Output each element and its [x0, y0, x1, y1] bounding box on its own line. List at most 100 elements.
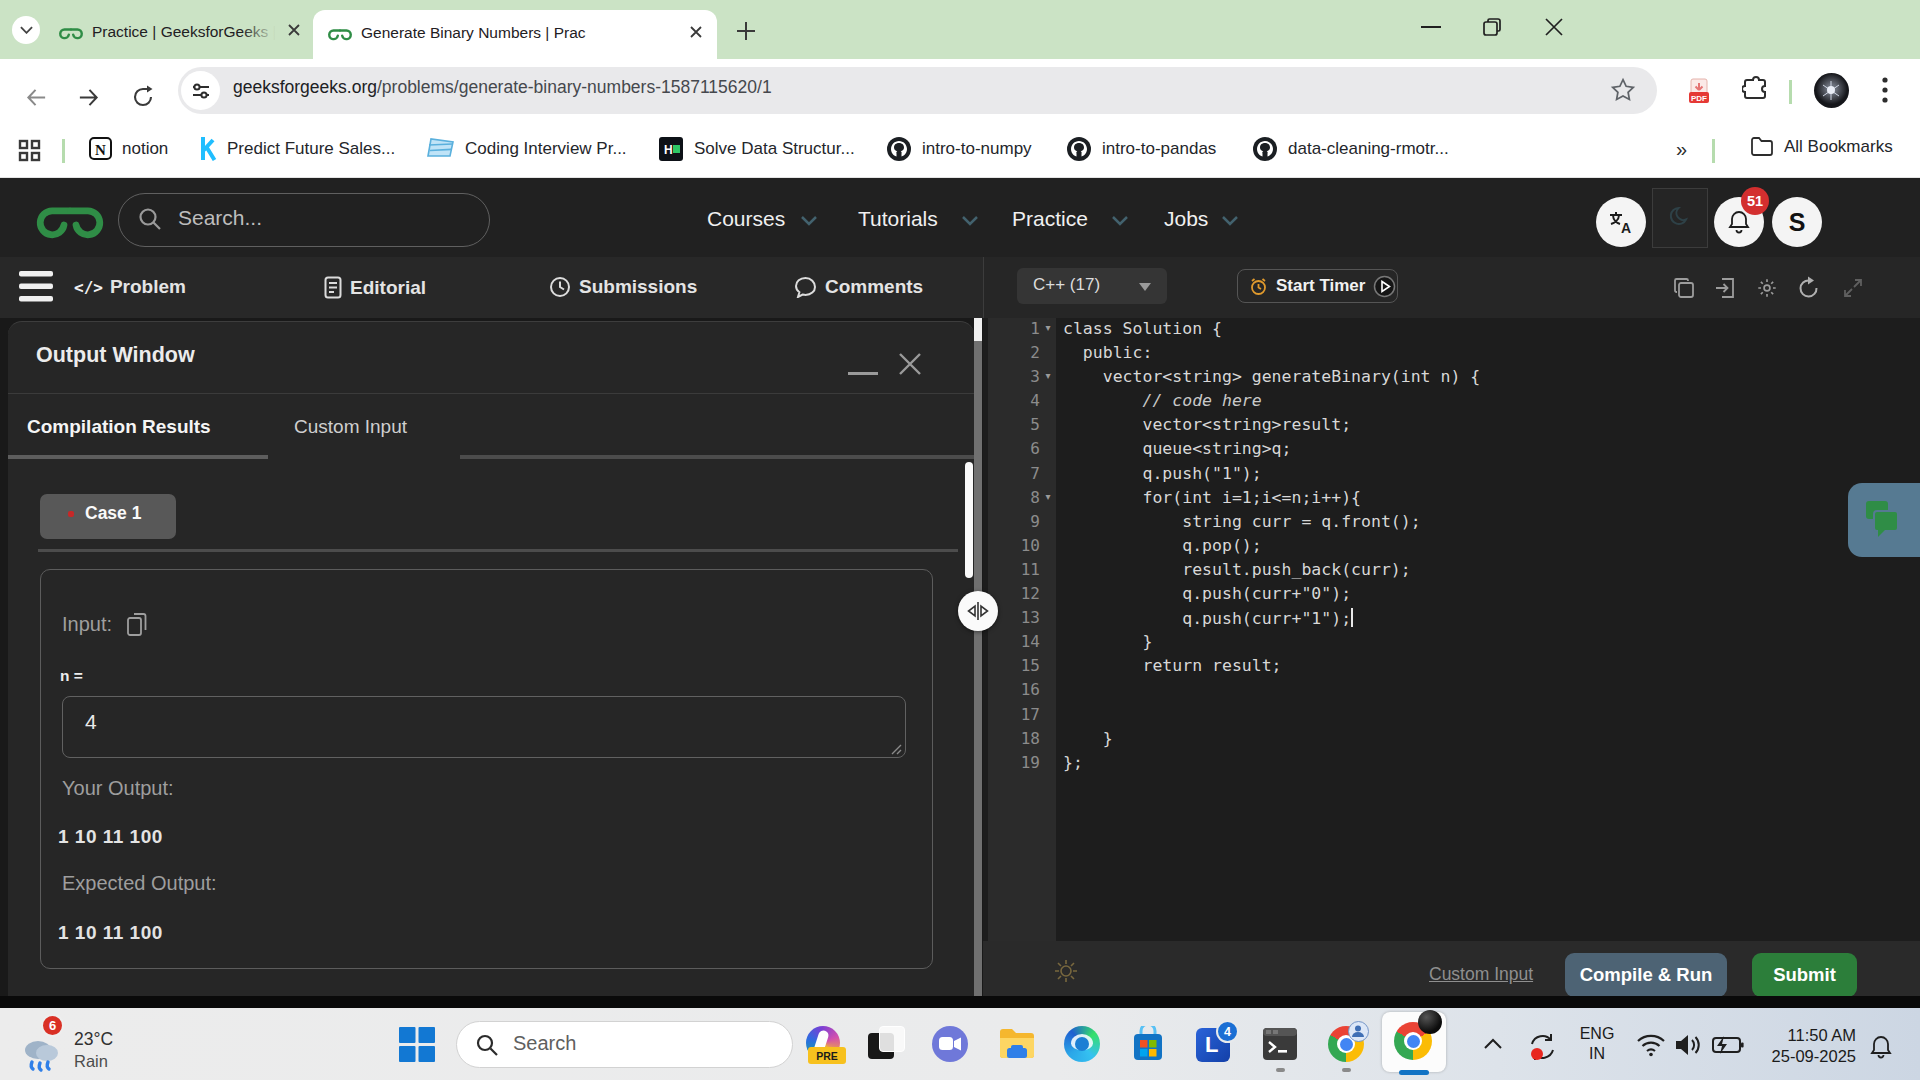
- code-line[interactable]: };: [1063, 753, 1913, 777]
- bookmark-intro-pandas[interactable]: intro-to-pandas: [1066, 136, 1216, 162]
- code-line[interactable]: string curr = q.front();: [1063, 512, 1913, 536]
- submit-button[interactable]: Submit: [1752, 953, 1857, 997]
- tray-chevron-icon[interactable]: [1484, 1038, 1502, 1049]
- url-text[interactable]: geeksforgeeks.org/problems/generate-bina…: [233, 77, 772, 98]
- import-code-icon[interactable]: [1714, 277, 1736, 299]
- reload-button[interactable]: [131, 85, 155, 109]
- apps-grid-icon[interactable]: [18, 139, 41, 162]
- left-scrollbar-thumb[interactable]: [965, 462, 973, 578]
- wifi-icon[interactable]: [1636, 1033, 1666, 1057]
- code-lines[interactable]: class Solution { public: vector<string> …: [1063, 319, 1913, 777]
- start-button[interactable]: [399, 1027, 435, 1062]
- hamburger-menu-icon[interactable]: [19, 271, 53, 302]
- compile-run-button[interactable]: Compile & Run: [1565, 953, 1727, 997]
- clock-app-icon[interactable]: L 4: [1196, 1026, 1233, 1063]
- extensions-puzzle-icon[interactable]: [1742, 76, 1770, 104]
- start-timer-button[interactable]: Start Timer: [1237, 269, 1398, 303]
- tray-clock[interactable]: 11:50 AM25-09-2025: [1756, 1025, 1856, 1067]
- code-line[interactable]: queue<string>q;: [1063, 439, 1913, 463]
- taskbar-search[interactable]: Search: [456, 1021, 793, 1068]
- copy-input-icon[interactable]: [126, 612, 149, 637]
- tab-close-icon[interactable]: [688, 24, 704, 40]
- divider-drag-handle[interactable]: [958, 591, 998, 631]
- minimize-output-icon[interactable]: [848, 372, 878, 375]
- fullscreen-icon[interactable]: [1842, 277, 1864, 299]
- code-line[interactable]: q.push(curr+"1");: [1063, 608, 1913, 632]
- translate-button[interactable]: A: [1596, 197, 1646, 247]
- code-line[interactable]: q.push(curr+"0");: [1063, 584, 1913, 608]
- forward-button[interactable]: [77, 86, 100, 109]
- bookmark-coding-interview[interactable]: Coding Interview Pr...: [426, 136, 627, 161]
- file-explorer-icon[interactable]: [998, 1026, 1035, 1063]
- nav-practice[interactable]: Practice: [1012, 207, 1088, 231]
- bookmarks-overflow-chevron[interactable]: »: [1676, 138, 1687, 161]
- code-line[interactable]: q.pop();: [1063, 536, 1913, 560]
- chat-icon[interactable]: [932, 1026, 969, 1063]
- store-icon[interactable]: [1130, 1026, 1167, 1063]
- bookmark-data-cleaning[interactable]: data-cleaning-rmotr...: [1252, 136, 1449, 162]
- code-line[interactable]: }: [1063, 632, 1913, 656]
- bookmark-kaggle[interactable]: Predict Future Sales...: [200, 136, 395, 161]
- pdf-extension-icon[interactable]: PDF: [1688, 78, 1713, 105]
- chrome-active-icon[interactable]: [1382, 1012, 1446, 1072]
- update-sync-icon[interactable]: [1524, 1028, 1562, 1066]
- tab-close-icon[interactable]: [286, 22, 302, 38]
- bookmark-star-icon[interactable]: [1610, 77, 1636, 103]
- case-input-textarea[interactable]: 4: [62, 696, 906, 758]
- tab-search-button[interactable]: [12, 16, 40, 44]
- browser-tab-practice[interactable]: Practice | GeeksforGeeks | A com: [48, 10, 310, 59]
- code-line[interactable]: [1063, 680, 1913, 704]
- bookmark-intro-numpy[interactable]: intro-to-numpy: [886, 136, 1032, 162]
- theme-sun-icon[interactable]: [1053, 958, 1079, 984]
- terminal-icon[interactable]: [1262, 1026, 1299, 1063]
- tab-comments[interactable]: Comments: [794, 276, 923, 298]
- browser-avatar[interactable]: [1814, 73, 1849, 108]
- edge-icon[interactable]: [1064, 1026, 1101, 1063]
- bookmark-hackerrank[interactable]: H Solve Data Structur...: [658, 136, 855, 162]
- battery-icon[interactable]: [1712, 1035, 1744, 1055]
- nav-courses[interactable]: Courses: [707, 207, 785, 231]
- code-line[interactable]: // code here: [1063, 391, 1913, 415]
- code-line[interactable]: class Solution {: [1063, 319, 1913, 343]
- reset-code-icon[interactable]: [1797, 276, 1821, 300]
- browser-menu-icon[interactable]: [1882, 76, 1888, 104]
- tab-problem[interactable]: </> Problem: [74, 276, 186, 298]
- code-line[interactable]: result.push_back(curr);: [1063, 560, 1913, 584]
- bookmark-notion[interactable]: N notion: [88, 136, 168, 161]
- gfg-logo[interactable]: [34, 201, 106, 240]
- profile-avatar[interactable]: S: [1772, 197, 1822, 247]
- site-settings-icon[interactable]: [181, 71, 220, 110]
- weather-widget[interactable]: 6 23°C Rain: [16, 1012, 176, 1076]
- tab-custom-input[interactable]: Custom Input: [294, 416, 407, 438]
- tray-language[interactable]: ENGIN: [1578, 1024, 1616, 1064]
- settings-gear-icon[interactable]: [1756, 277, 1778, 299]
- gfg-search-box[interactable]: [118, 193, 490, 247]
- copy-code-icon[interactable]: [1673, 277, 1695, 299]
- code-line[interactable]: return result;: [1063, 656, 1913, 680]
- tab-submissions[interactable]: Submissions: [549, 276, 697, 298]
- assistant-tab[interactable]: [1848, 483, 1920, 557]
- textarea-resize-handle[interactable]: [890, 743, 902, 755]
- back-button[interactable]: [25, 86, 48, 109]
- task-view-icon[interactable]: [868, 1026, 905, 1063]
- browser-tab-active[interactable]: Generate Binary Numbers | Prac: [313, 10, 717, 59]
- window-restore-button[interactable]: [1483, 18, 1501, 36]
- tray-bell-icon[interactable]: [1868, 1034, 1894, 1060]
- code-line[interactable]: }: [1063, 729, 1913, 753]
- new-tab-button[interactable]: [735, 20, 757, 42]
- close-output-icon[interactable]: [897, 351, 923, 377]
- code-line[interactable]: q.push("1");: [1063, 464, 1913, 488]
- code-line[interactable]: public:: [1063, 343, 1913, 367]
- window-close-button[interactable]: [1545, 18, 1563, 36]
- code-line[interactable]: [1063, 705, 1913, 729]
- language-select[interactable]: C++ (17): [1017, 268, 1167, 304]
- case-chip[interactable]: Case 1: [40, 494, 176, 539]
- copilot-icon[interactable]: PRE: [804, 1026, 841, 1063]
- tab-compilation-results[interactable]: Compilation Results: [27, 416, 211, 438]
- nav-tutorials[interactable]: Tutorials: [858, 207, 938, 231]
- code-line[interactable]: for(int i=1;i<=n;i++){: [1063, 488, 1913, 512]
- custom-input-link[interactable]: Custom Input: [1429, 964, 1533, 985]
- tab-editorial[interactable]: Editorial: [324, 276, 426, 299]
- code-line[interactable]: vector<string> generateBinary(int n) {: [1063, 367, 1913, 391]
- code-line[interactable]: vector<string>result;: [1063, 415, 1913, 439]
